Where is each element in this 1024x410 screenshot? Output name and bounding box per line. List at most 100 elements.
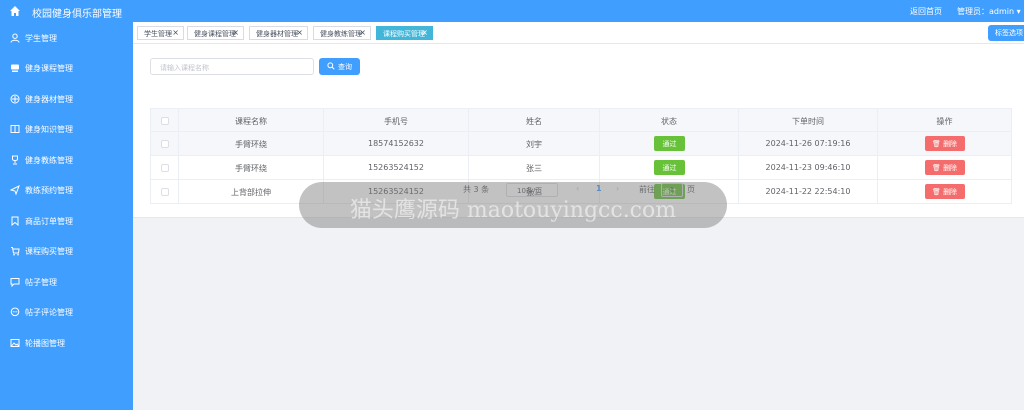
status-approved-button[interactable]: 通过 bbox=[654, 136, 685, 151]
tab-equipment[interactable]: 健身器材管理 × bbox=[249, 26, 308, 40]
sidebar-item-students[interactable]: 学生管理 bbox=[0, 26, 133, 50]
book-icon bbox=[10, 125, 20, 133]
close-icon[interactable]: × bbox=[296, 28, 303, 37]
watermark: 猫头鹰源码 maotouyingcc.com bbox=[299, 182, 727, 228]
admin-menu[interactable]: 管理员：admin ▾ bbox=[957, 6, 1021, 17]
sidebar-item-label: 健身知识管理 bbox=[25, 125, 73, 134]
tab-students[interactable]: 学生管理 × bbox=[137, 26, 184, 40]
chat-icon bbox=[10, 278, 20, 287]
user-icon bbox=[10, 33, 20, 43]
course-icon bbox=[11, 64, 19, 72]
home-icon[interactable] bbox=[9, 5, 21, 17]
sidebar-item-orders[interactable]: 商品订单管理 bbox=[0, 209, 133, 233]
header-status: 状态 bbox=[600, 109, 739, 132]
sidebar-item-label: 教练预约管理 bbox=[25, 186, 73, 195]
header-course: 课程名称 bbox=[179, 109, 324, 132]
tab-label: 课程购买管理 bbox=[383, 30, 425, 38]
back-home-link[interactable]: 返回首页 bbox=[910, 6, 942, 17]
header-select-cell bbox=[151, 109, 179, 132]
sidebar-item-equipment[interactable]: 健身器材管理 bbox=[0, 87, 133, 111]
search-input[interactable]: 请输入课程名称 bbox=[150, 58, 314, 75]
close-icon[interactable]: × bbox=[359, 28, 366, 37]
row-checkbox[interactable] bbox=[161, 188, 169, 196]
status-cell: 通过 bbox=[600, 132, 739, 155]
sidebar-item-label: 健身教练管理 bbox=[25, 156, 73, 165]
header-name: 姓名 bbox=[469, 109, 600, 132]
trash-icon: 🗑 bbox=[931, 188, 944, 196]
table-row: 手臂环绕 15263524152 张三 通过 2024-11-23 09:46:… bbox=[151, 156, 1011, 180]
course-cell: 手臂环绕 bbox=[179, 156, 324, 179]
tab-label: 学生管理 bbox=[144, 30, 172, 38]
sidebar: 学生管理 健身课程管理 健身器材管理 健身知识管理 健身教练管理 教练预约管理 … bbox=[0, 22, 133, 410]
tab-coaches[interactable]: 健身教练管理 × bbox=[313, 26, 371, 40]
select-cell bbox=[151, 132, 179, 155]
delete-label: 删除 bbox=[943, 188, 958, 196]
sidebar-item-coaches[interactable]: 健身教练管理 bbox=[0, 148, 133, 172]
tab-label: 健身教练管理 bbox=[320, 30, 362, 38]
status-approved-button[interactable]: 通过 bbox=[654, 160, 685, 175]
send-icon bbox=[10, 185, 20, 195]
search-button[interactable]: 查询 bbox=[319, 58, 360, 75]
top-bar: 校园健身俱乐部管理 返回首页 管理员：admin ▾ bbox=[0, 0, 1024, 22]
comment-icon bbox=[10, 307, 20, 317]
sidebar-item-label: 商品订单管理 bbox=[25, 217, 73, 226]
delete-label: 删除 bbox=[943, 140, 958, 148]
delete-button[interactable]: 🗑 删除 bbox=[924, 184, 965, 199]
sidebar-item-label: 健身课程管理 bbox=[25, 64, 73, 73]
tag-options-button[interactable]: 标签选项 bbox=[988, 25, 1024, 41]
sidebar-item-carousel[interactable]: 轮播图管理 bbox=[0, 331, 133, 355]
trophy-icon bbox=[12, 155, 18, 165]
select-cell bbox=[151, 156, 179, 179]
sidebar-item-courses[interactable]: 健身课程管理 bbox=[0, 56, 133, 80]
status-cell: 通过 bbox=[600, 156, 739, 179]
close-icon[interactable]: × bbox=[232, 28, 239, 37]
tags-view: 学生管理 × 健身课程管理 × 健身器材管理 × 健身教练管理 × 课程购买管理 × 标签… bbox=[133, 22, 1024, 44]
row-checkbox[interactable] bbox=[161, 140, 169, 148]
sidebar-item-coach-booking[interactable]: 教练预约管理 bbox=[0, 178, 133, 202]
cart-icon bbox=[11, 247, 20, 256]
actions-cell: 🗑 删除 bbox=[878, 156, 1011, 179]
name-cell: 刘宇 bbox=[469, 132, 600, 155]
table-header: 课程名称 手机号 姓名 状态 下单时间 操作 bbox=[151, 109, 1011, 132]
sidebar-item-knowledge[interactable]: 健身知识管理 bbox=[0, 117, 133, 141]
sidebar-item-posts[interactable]: 帖子管理 bbox=[0, 270, 133, 294]
actions-cell: 🗑 删除 bbox=[878, 180, 1011, 203]
delete-button[interactable]: 🗑 删除 bbox=[924, 160, 965, 175]
select-all-checkbox[interactable] bbox=[161, 117, 169, 125]
trash-icon: 🗑 bbox=[931, 164, 944, 172]
phone-cell: 15263524152 bbox=[324, 156, 469, 179]
actions-cell: 🗑 删除 bbox=[878, 132, 1011, 155]
search-button-label: 查询 bbox=[338, 63, 352, 71]
order-time-cell: 2024-11-22 22:54:10 bbox=[739, 180, 878, 203]
sidebar-item-label: 健身器材管理 bbox=[25, 95, 73, 104]
sidebar-item-course-purchase[interactable]: 课程购买管理 bbox=[0, 239, 133, 263]
delete-button[interactable]: 🗑 删除 bbox=[924, 136, 965, 151]
select-cell bbox=[151, 180, 179, 203]
name-cell: 张三 bbox=[469, 156, 600, 179]
delete-label: 删除 bbox=[943, 164, 958, 172]
equipment-icon bbox=[10, 94, 20, 104]
table-row: 手臂环绕 18574152632 刘宇 通过 2024-11-26 07:19:… bbox=[151, 132, 1011, 156]
sidebar-item-label: 课程购买管理 bbox=[25, 247, 73, 256]
close-icon[interactable]: × bbox=[421, 28, 428, 37]
row-checkbox[interactable] bbox=[161, 164, 169, 172]
close-icon[interactable]: × bbox=[172, 28, 179, 37]
course-cell: 手臂环绕 bbox=[179, 132, 324, 155]
sidebar-item-label: 轮播图管理 bbox=[25, 339, 65, 348]
search-icon bbox=[327, 62, 335, 70]
tab-label: 健身课程管理 bbox=[194, 30, 236, 38]
tab-label: 健身器材管理 bbox=[256, 30, 298, 38]
bookmark-icon bbox=[11, 216, 19, 226]
tab-course-purchase[interactable]: 课程购买管理 × bbox=[376, 26, 433, 40]
sidebar-item-label: 帖子管理 bbox=[25, 278, 57, 287]
phone-cell: 18574152632 bbox=[324, 132, 469, 155]
header-order-time: 下单时间 bbox=[739, 109, 878, 132]
app-title: 校园健身俱乐部管理 bbox=[32, 9, 122, 20]
trash-icon: 🗑 bbox=[931, 140, 944, 148]
header-actions: 操作 bbox=[936, 117, 953, 126]
tab-courses[interactable]: 健身课程管理 × bbox=[187, 26, 244, 40]
header-phone: 手机号 bbox=[324, 109, 469, 132]
sidebar-item-label: 帖子评论管理 bbox=[25, 308, 73, 317]
sidebar-item-post-comments[interactable]: 帖子评论管理 bbox=[0, 300, 133, 324]
image-icon bbox=[10, 339, 20, 347]
